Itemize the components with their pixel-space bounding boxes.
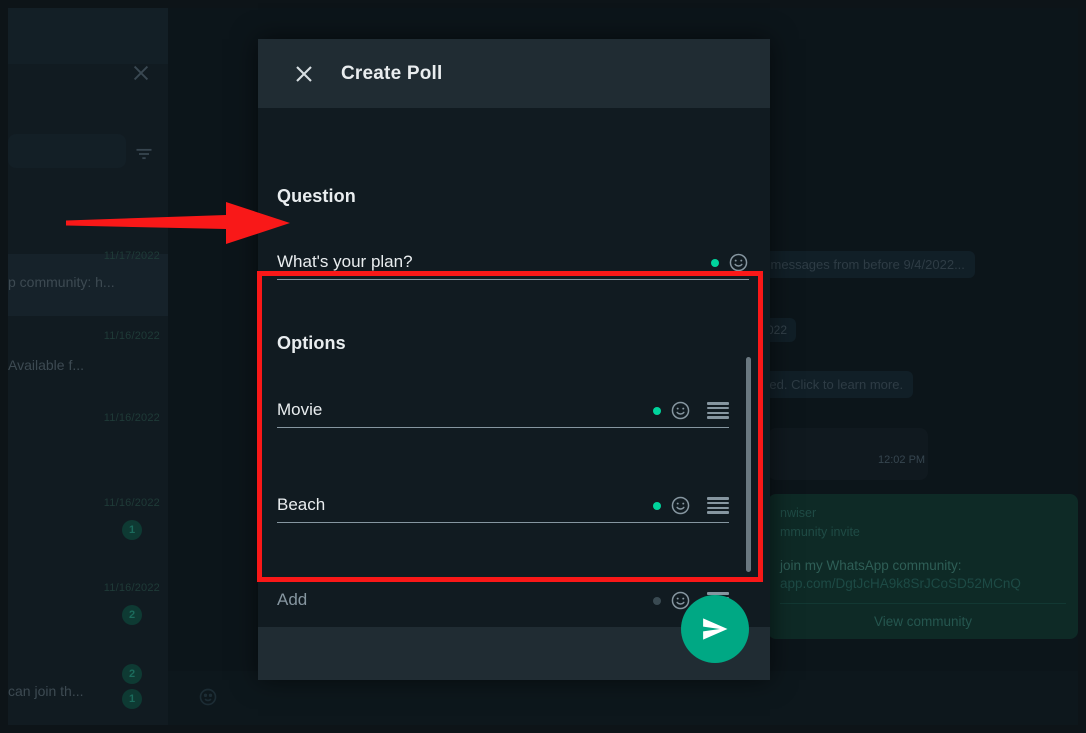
close-icon[interactable]	[291, 61, 317, 87]
red-arrow-pointing-to-question	[66, 202, 290, 244]
option-input-row[interactable]: Movie	[277, 384, 729, 428]
chat-date: 11/16/2022	[103, 497, 160, 509]
outgoing-line1: nwiser	[780, 506, 817, 520]
chat-date: 11/16/2022	[103, 582, 160, 594]
chat-snippet: Available f...	[8, 357, 85, 373]
create-poll-modal: Create Poll Question What's your plan? O…	[258, 39, 770, 680]
options-section-label: Options	[277, 333, 346, 353]
option-input-row[interactable]: Beach	[277, 479, 729, 523]
close-icon[interactable]	[130, 62, 152, 84]
green-dot-indicator	[653, 407, 661, 415]
smiley-icon[interactable]	[670, 495, 691, 516]
option-input-3[interactable]: Add	[277, 590, 653, 617]
list-item[interactable]: 11/16/2022 can join th...	[8, 578, 168, 699]
drag-handle-icon[interactable]	[707, 402, 729, 419]
sidebar-header	[8, 8, 168, 64]
emoji-icon[interactable]	[198, 687, 218, 707]
options-section: Options Movie Beach Add	[258, 302, 770, 622]
outgoing-link[interactable]: app.com/DgtJcHA9k8SrJCoSD52MCnQ	[780, 576, 1066, 591]
question-input-row[interactable]: What's your plan?	[277, 236, 749, 280]
smiley-icon[interactable]	[670, 400, 691, 421]
list-item[interactable]: 11/16/2022	[8, 493, 168, 563]
unread-badge: 2	[122, 664, 142, 684]
page-title: Create Poll	[341, 62, 443, 84]
chat-snippet: p community: h...	[8, 274, 115, 290]
modal-header: Create Poll	[258, 39, 770, 108]
option-input-2[interactable]: Beach	[277, 495, 653, 522]
options-scrollbar[interactable]	[746, 357, 751, 572]
filter-icon[interactable]	[134, 144, 154, 164]
chat-date: 11/17/2022	[103, 250, 160, 262]
question-input[interactable]: What's your plan?	[277, 252, 711, 279]
smiley-icon[interactable]	[728, 252, 749, 273]
send-icon	[703, 618, 728, 640]
chat-snippet: can join th...	[8, 683, 84, 699]
option-input-row[interactable]: Add	[277, 574, 729, 618]
unread-badge: 1	[122, 689, 142, 709]
outgoing-line2: mmunity invite	[780, 525, 860, 540]
outgoing-body: join my WhatsApp community:	[780, 557, 962, 573]
list-item[interactable]: 11/16/2022 Available f... 2	[8, 323, 168, 684]
list-item[interactable]: 11/16/2022	[8, 408, 168, 478]
option-input-1[interactable]: Movie	[277, 400, 653, 427]
send-button[interactable]	[681, 595, 749, 663]
green-dot-indicator	[653, 597, 661, 605]
view-community-button[interactable]: View community	[780, 603, 1066, 629]
message-time: 12:02 PM	[878, 454, 926, 466]
chat-date: 11/16/2022	[103, 330, 160, 342]
green-dot-indicator	[653, 502, 661, 510]
screenshot-root: 11/17/2022 p community: h... 11/16/2022 …	[0, 0, 1086, 733]
message-bubble-outgoing[interactable]: nwiser mmunity invite join my WhatsApp c…	[768, 494, 1078, 640]
drag-handle-icon[interactable]	[707, 497, 729, 514]
green-dot-indicator	[711, 259, 719, 267]
chat-date: 11/16/2022	[103, 412, 160, 424]
options-list: Movie Beach Add	[258, 366, 770, 622]
list-item[interactable]: 11/17/2022 p community: h...	[8, 238, 168, 308]
chat-list-sidebar: 11/17/2022 p community: h... 11/16/2022 …	[8, 8, 168, 725]
search-input[interactable]	[8, 134, 126, 168]
